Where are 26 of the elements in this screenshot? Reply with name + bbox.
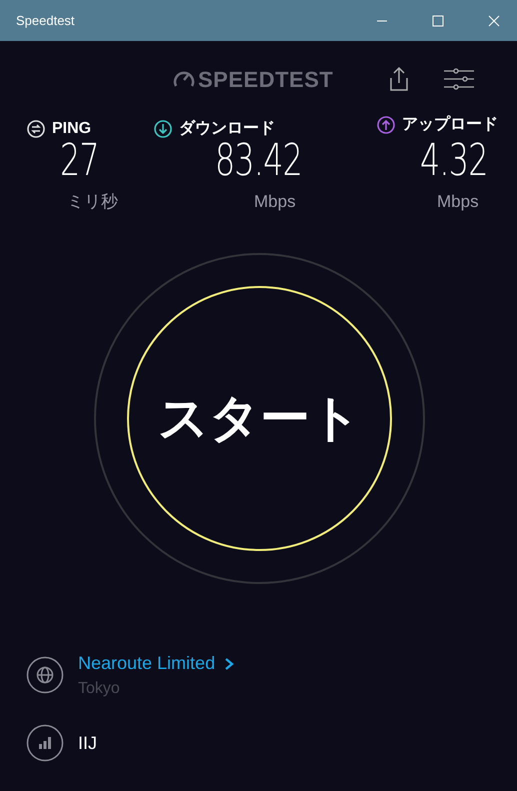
start-button[interactable]: スタート [127, 286, 392, 551]
download-icon [154, 120, 172, 138]
provider-name: IIJ [78, 732, 98, 754]
metric-label: アップロード [402, 114, 498, 135]
share-icon[interactable] [388, 66, 410, 92]
metric-value: 27 [60, 137, 99, 185]
metric-label: PING [52, 119, 92, 139]
logo-text: SPEEDTEST [198, 66, 334, 94]
maximize-icon [432, 14, 444, 26]
metric-value: 4.32 [420, 137, 488, 185]
ping-icon [27, 120, 45, 138]
metric-unit: Mbps [437, 191, 479, 213]
chevron-icon [223, 656, 236, 670]
server-location: Tokyo [78, 679, 121, 699]
metric-unit: ミリ秒 [67, 191, 118, 213]
gauge-icon [173, 69, 195, 89]
settings-icon[interactable] [443, 66, 476, 92]
window-title: Speedtest [16, 12, 76, 30]
upload-icon [377, 116, 395, 134]
metric-value: 83.42 [215, 137, 302, 185]
close-icon [488, 14, 500, 26]
metric-label: ダウンロード [179, 118, 275, 139]
globe-icon [26, 656, 64, 694]
server-link[interactable]: Nearoute Limited [78, 650, 216, 677]
metric-unit: Mbps [254, 191, 296, 213]
signal-bars-icon [26, 724, 64, 762]
